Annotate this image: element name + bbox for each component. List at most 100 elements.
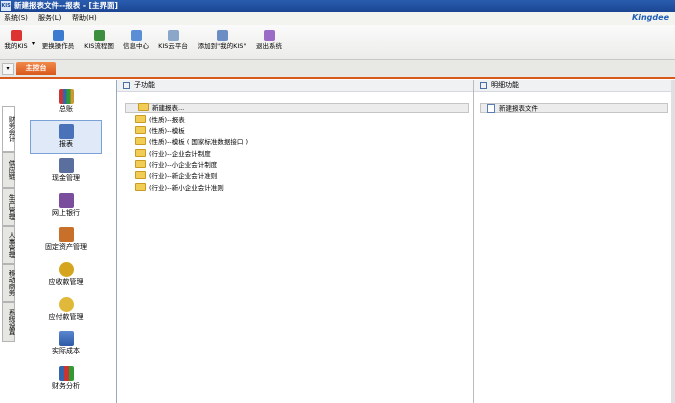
folder-label: (性质)--模板 xyxy=(149,127,185,135)
detail-function-panel: 明细功能 新建报表文件 xyxy=(474,80,671,403)
nav-label: 报表 xyxy=(59,140,73,148)
sub-function-panel: 子功能 新建报表... (性质)--报表 (性质)--模板 (性质)--模板 (… xyxy=(117,80,474,403)
vtab-hr[interactable]: 人事管理 xyxy=(2,226,15,264)
payment-icon xyxy=(58,297,74,312)
nav-label: 网上银行 xyxy=(52,209,80,217)
truck-icon xyxy=(58,227,74,242)
exit-icon xyxy=(263,30,275,41)
cost-icon xyxy=(58,331,74,346)
app-icon: KIS xyxy=(1,1,11,11)
analysis-chart-icon xyxy=(58,366,74,381)
nav-actual-cost[interactable]: 实际成本 xyxy=(30,328,102,362)
cloud-icon xyxy=(167,30,179,41)
folder-label: (行业)--小企业会计制度 xyxy=(149,161,218,169)
sub-function-title: 子功能 xyxy=(134,81,155,89)
info-center-icon xyxy=(130,30,142,41)
title-bar: KIS 新建报表文件--报表 - [主界面] xyxy=(0,0,675,12)
detail-function-header: 明细功能 xyxy=(474,80,671,92)
switch-operator-button[interactable]: 更换操作员 xyxy=(39,28,77,56)
detail-function-title: 明细功能 xyxy=(491,81,519,89)
sub-function-header: 子功能 xyxy=(117,80,473,92)
folder-item[interactable]: (性质)--模板 ( 国家标准数据接口 ) xyxy=(135,137,248,147)
folder-icon xyxy=(135,160,146,168)
folder-icon xyxy=(135,137,146,145)
vtab-finance[interactable]: 财务会计 xyxy=(2,106,15,152)
folder-item[interactable]: (行业)--小企业会计制度 xyxy=(135,160,217,170)
report-icon xyxy=(58,124,74,139)
nav-receivables[interactable]: 应收款管理 xyxy=(30,259,102,293)
kis-cloud-label: KIS云平台 xyxy=(158,42,188,50)
money-bag-icon xyxy=(58,262,74,277)
folder-icon xyxy=(135,183,146,191)
brand-logo: Kingdee xyxy=(632,13,669,22)
nav-label: 现金管理 xyxy=(52,174,80,182)
my-kis-icon xyxy=(10,30,22,41)
folder-item[interactable]: (行业)--企业会计制度 xyxy=(135,149,211,159)
flowchart-icon xyxy=(93,30,105,41)
folder-icon xyxy=(135,149,146,157)
folder-label: (性质)--模板 ( 国家标准数据接口 ) xyxy=(149,138,249,146)
nav-financial-analysis[interactable]: 财务分析 xyxy=(30,363,102,397)
menu-system[interactable]: 系统(S) xyxy=(4,14,28,23)
add-to-my-kis-icon xyxy=(216,30,228,41)
folder-label: (行业)--企业会计制度 xyxy=(149,150,211,158)
folder-icon xyxy=(135,115,146,123)
vtab-supply-chain[interactable]: 供应链 xyxy=(2,152,15,188)
vtab-production[interactable]: 生产管理 xyxy=(2,188,15,226)
folder-label: (行业)--新企业会计准则 xyxy=(149,172,218,180)
info-center-button[interactable]: 信息中心 xyxy=(120,28,152,56)
menu-service[interactable]: 服务(L) xyxy=(38,14,61,23)
panel-marker-icon xyxy=(123,81,130,89)
folder-open-icon xyxy=(138,103,149,111)
nav-label: 应收款管理 xyxy=(48,278,84,286)
nav-cash-management[interactable]: 现金管理 xyxy=(30,155,102,189)
folder-label: (性质)--报表 xyxy=(149,116,185,124)
exit-system-button[interactable]: 退出系统 xyxy=(253,28,285,56)
my-kis-label: 我的KIS xyxy=(4,42,28,50)
window-title: 新建报表文件--报表 - [主界面] xyxy=(14,1,118,10)
nav-label: 实际成本 xyxy=(52,347,80,355)
books-icon xyxy=(58,89,74,104)
my-kis-button[interactable]: 我的KIS xyxy=(2,28,30,56)
bank-icon xyxy=(58,193,74,208)
kis-flowchart-button[interactable]: KIS流程图 xyxy=(80,28,118,56)
nav-report[interactable]: 报表 xyxy=(30,120,102,154)
nav-general-ledger[interactable]: 总账 xyxy=(30,86,102,120)
switch-operator-label: 更换操作员 xyxy=(41,42,75,50)
switch-operator-icon xyxy=(52,30,64,41)
folder-item[interactable]: (性质)--模板 xyxy=(135,126,185,136)
exit-system-label: 退出系统 xyxy=(256,42,282,50)
tab-main-console[interactable]: 主控台 xyxy=(16,62,56,75)
my-kis-dropdown-icon[interactable]: ▾ xyxy=(32,40,35,47)
nav-label: 总账 xyxy=(59,105,73,113)
module-tabs: 财务会计 供应链 生产管理 人事管理 移动商务 系统设置 xyxy=(2,106,15,342)
tab-dropdown-icon[interactable]: ▾ xyxy=(2,63,14,75)
menu-bar: 系统(S) 服务(L) 帮助(H) Kingdee xyxy=(0,12,675,25)
kis-cloud-button[interactable]: KIS云平台 xyxy=(154,28,192,56)
folder-item[interactable]: (行业)--新小企业会计准则 xyxy=(135,183,224,193)
cash-register-icon xyxy=(58,158,74,173)
folder-icon xyxy=(135,126,146,134)
new-report-file-label: 新建报表文件 xyxy=(499,104,538,113)
new-report-file-item[interactable]: 新建报表文件 xyxy=(480,103,668,113)
nav-label: 财务分析 xyxy=(52,382,80,390)
folder-item[interactable]: (行业)--新企业会计准则 xyxy=(135,171,217,181)
folder-item[interactable]: (性质)--报表 xyxy=(135,115,185,125)
window-edge xyxy=(671,80,675,403)
nav-fixed-assets[interactable]: 固定资产管理 xyxy=(30,224,102,258)
folder-label: (行业)--新小企业会计准则 xyxy=(149,184,224,192)
add-to-my-kis-button[interactable]: 添加到"我的KIS" xyxy=(193,28,251,56)
vtab-system-settings[interactable]: 系统设置 xyxy=(2,302,15,342)
nav-label: 应付款管理 xyxy=(48,313,84,321)
document-icon xyxy=(487,104,495,113)
toolbar: 我的KIS ▾ 更换操作员 KIS流程图 信息中心 KIS云平台 添加到"我的K… xyxy=(0,25,675,60)
new-report-item[interactable]: 新建报表... xyxy=(125,103,469,113)
new-report-label: 新建报表... xyxy=(152,104,185,112)
nav-label: 固定资产管理 xyxy=(45,243,87,251)
info-center-label: 信息中心 xyxy=(123,42,149,50)
vtab-mobile-commerce[interactable]: 移动商务 xyxy=(2,264,15,302)
menu-help[interactable]: 帮助(H) xyxy=(72,14,97,23)
nav-payables[interactable]: 应付款管理 xyxy=(30,294,102,328)
nav-online-banking[interactable]: 网上银行 xyxy=(30,190,102,224)
folder-icon xyxy=(135,171,146,179)
